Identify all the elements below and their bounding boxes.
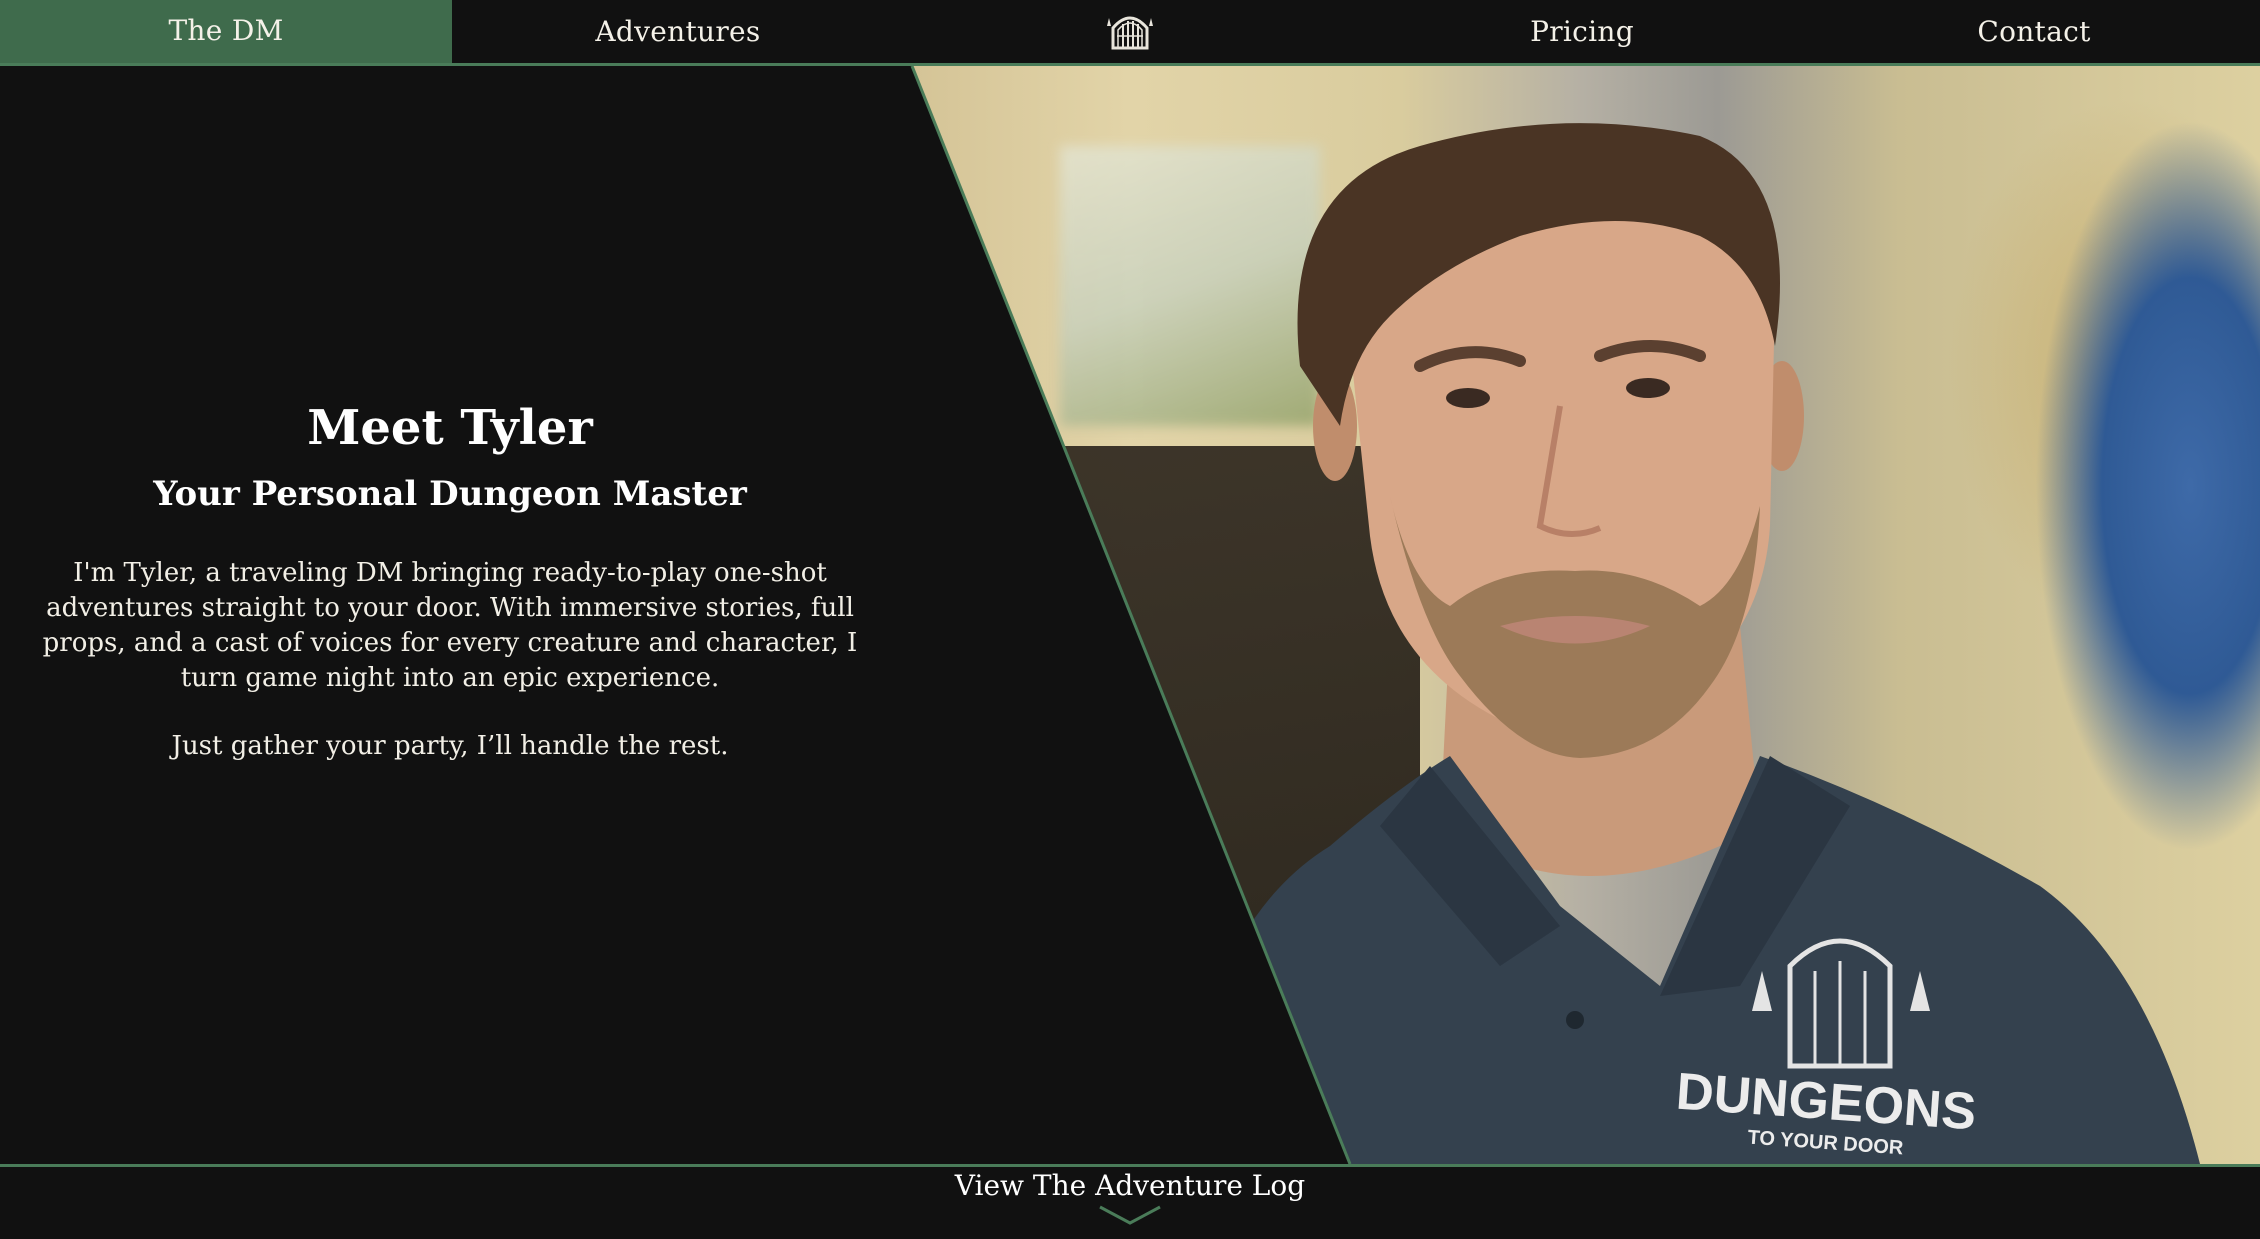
hero-body: I'm Tyler, a traveling DM bringing ready… [42,558,858,693]
chevron-down-icon[interactable] [1098,1204,1162,1226]
home-logo-link[interactable] [904,0,1356,63]
page: The DM Adventures Pricing Contact DUNGEO… [0,0,2260,1239]
top-nav: The DM Adventures Pricing Contact [0,0,2260,66]
view-adventure-log-link[interactable]: View The Adventure Log [955,1169,1305,1202]
nav-item-contact[interactable]: Contact [1808,0,2260,63]
footer-bar: View The Adventure Log [0,1164,2260,1239]
nav-item-the-dm[interactable]: The DM [0,0,452,63]
hero-subtitle: Your Personal Dungeon Master [153,474,747,514]
hero-tagline: Just gather your party, I’ll handle the … [171,731,729,761]
dungeon-door-icon [1107,16,1153,49]
hero-title: Meet Tyler [307,400,593,456]
hero-text-block: Meet Tyler Your Personal Dungeon Master … [0,400,900,761]
nav-item-adventures[interactable]: Adventures [452,0,904,63]
nav-item-pricing[interactable]: Pricing [1356,0,1808,63]
